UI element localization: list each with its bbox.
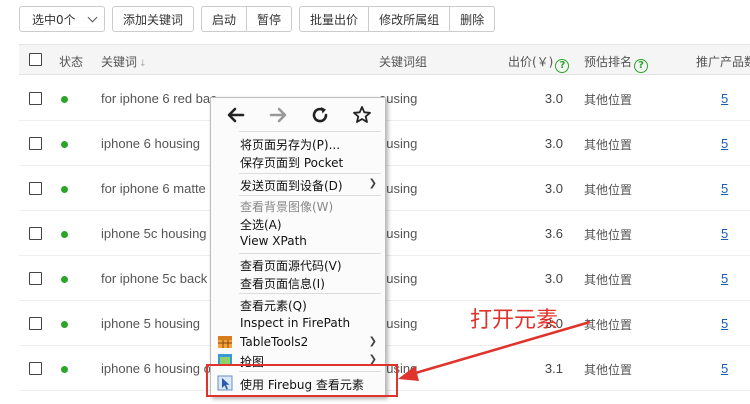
rank-cell: 其他位置 xyxy=(584,273,633,287)
menu-divider xyxy=(239,131,381,132)
header-keyword[interactable]: 关键词 ↓ xyxy=(101,53,147,70)
rank-cell: 其他位置 xyxy=(584,183,633,197)
help-icon[interactable]: ? xyxy=(634,59,649,73)
keyword-cell: iphone 5c housing xyxy=(101,226,207,241)
menu-divider xyxy=(239,195,381,196)
navigation-row xyxy=(211,98,385,132)
change-group-button[interactable]: 修改所属组 xyxy=(369,6,451,32)
menu-divider xyxy=(239,293,381,294)
bid-cell[interactable]: 3.6 xyxy=(545,226,563,241)
reload-icon[interactable] xyxy=(309,104,331,126)
menu-item-save-pocket[interactable]: 保存页面到 Pocket xyxy=(240,154,343,171)
keyword-cell: for iphone 5c back c xyxy=(101,271,218,286)
bid-cell[interactable]: 3.0 xyxy=(545,91,563,106)
selection-dropdown[interactable]: 选中0个 xyxy=(19,6,105,32)
keyword-cell: iphone 6 housing xyxy=(101,136,201,151)
delete-button[interactable]: 删除 xyxy=(450,6,496,32)
back-arrow-icon[interactable] xyxy=(225,104,247,126)
menu-item-select-all[interactable]: 全选(A) xyxy=(240,216,282,233)
chevron-down-icon xyxy=(87,12,98,22)
context-menu: 将页面另存为(P)... 保存页面到 Pocket 发送页面到设备(D) ❯ 查… xyxy=(210,97,386,397)
status-active-icon xyxy=(61,141,68,148)
menu-item-view-bg-image: 查看背景图像(W) xyxy=(240,200,334,214)
row-checkbox[interactable] xyxy=(29,362,42,375)
forward-arrow-icon[interactable] xyxy=(267,104,289,126)
menu-divider xyxy=(239,253,381,254)
header-group: 关键词组 xyxy=(379,55,428,69)
menu-item-view-xpath[interactable]: View XPath xyxy=(240,234,307,248)
row-checkbox[interactable] xyxy=(29,182,42,195)
selection-dropdown-label: 选中0个 xyxy=(32,12,76,27)
products-link[interactable]: 5 xyxy=(721,226,728,241)
keyword-cell: iphone 5 housing xyxy=(101,316,201,331)
tabletools-icon xyxy=(218,336,232,348)
bulk-bid-button[interactable]: 批量出价 xyxy=(299,6,370,32)
menu-item-inspect-firepath[interactable]: Inspect in FirePath xyxy=(240,316,350,330)
bid-cell[interactable]: 3.1 xyxy=(545,361,563,376)
highlight-box xyxy=(206,364,398,397)
row-checkbox[interactable] xyxy=(29,317,42,330)
table-header: 状态 关键词↓ 关键词组 出价(￥)? 预估排名? 推广产品数 xyxy=(19,44,750,75)
menu-item-send-to-device[interactable]: 发送页面到设备(D) xyxy=(240,177,343,194)
row-checkbox[interactable] xyxy=(29,92,42,105)
start-button[interactable]: 启动 xyxy=(201,6,248,32)
keyword-cell: for iphone 6 matte b xyxy=(101,181,217,196)
submenu-arrow-icon: ❯ xyxy=(368,178,377,189)
bid-cell[interactable]: 3.0 xyxy=(545,181,563,196)
menu-item-view-source[interactable]: 查看页面源代码(V) xyxy=(240,257,342,274)
products-link[interactable]: 5 xyxy=(721,181,728,196)
menu-item-view-page-info[interactable]: 查看页面信息(I) xyxy=(240,275,325,292)
rank-cell: 其他位置 xyxy=(584,93,633,107)
rank-cell: 其他位置 xyxy=(584,138,633,152)
products-link[interactable]: 5 xyxy=(721,361,728,376)
rank-cell: 其他位置 xyxy=(584,228,633,242)
toolbar: 选中0个 添加关键词 启动 暂停 批量出价 修改所属组 删除 xyxy=(19,6,496,33)
rank-cell: 其他位置 xyxy=(584,318,633,332)
row-checkbox[interactable] xyxy=(29,272,42,285)
row-checkbox[interactable] xyxy=(29,137,42,150)
select-all-checkbox[interactable] xyxy=(29,53,42,66)
header-keyword-label: 关键词 xyxy=(101,55,138,69)
status-active-icon xyxy=(61,366,68,373)
status-active-icon xyxy=(61,96,68,103)
annotation-label: 打开元素 xyxy=(470,308,559,333)
products-link[interactable]: 5 xyxy=(721,91,728,106)
menu-item-save-page[interactable]: 将页面另存为(P)... xyxy=(240,136,340,153)
keyword-cell: for iphone 6 red bac xyxy=(101,91,217,106)
products-link[interactable]: 5 xyxy=(721,271,728,286)
menu-item-inspect-element[interactable]: 查看元素(Q) xyxy=(240,297,307,314)
header-status: 状态 xyxy=(59,55,84,69)
header-bid: 出价(￥)? xyxy=(508,53,570,73)
bid-cell[interactable]: 3.0 xyxy=(545,271,563,286)
rank-cell: 其他位置 xyxy=(584,363,633,377)
header-rank: 预估排名? xyxy=(584,53,649,73)
bid-cell[interactable]: 3.0 xyxy=(545,136,563,151)
bookmark-star-icon[interactable] xyxy=(351,104,373,126)
header-products: 推广产品数 xyxy=(696,55,750,69)
menu-divider xyxy=(239,173,381,174)
sort-down-icon: ↓ xyxy=(139,59,147,69)
pause-button[interactable]: 暂停 xyxy=(247,6,293,32)
add-keyword-button[interactable]: 添加关键词 xyxy=(112,6,195,32)
header-rank-label: 预估排名 xyxy=(584,55,633,69)
menu-item-tabletools[interactable]: TableTools2 xyxy=(240,335,308,349)
status-active-icon xyxy=(61,231,68,238)
submenu-arrow-icon: ❯ xyxy=(368,336,377,347)
products-link[interactable]: 5 xyxy=(721,136,728,151)
keyword-cell: iphone 6 housing o xyxy=(101,361,211,376)
status-active-icon xyxy=(61,186,68,193)
help-icon[interactable]: ? xyxy=(555,59,570,73)
row-checkbox[interactable] xyxy=(29,227,42,240)
status-active-icon xyxy=(61,276,68,283)
products-link[interactable]: 5 xyxy=(721,316,728,331)
status-active-icon xyxy=(61,321,68,328)
header-bid-label: 出价(￥) xyxy=(508,55,554,69)
